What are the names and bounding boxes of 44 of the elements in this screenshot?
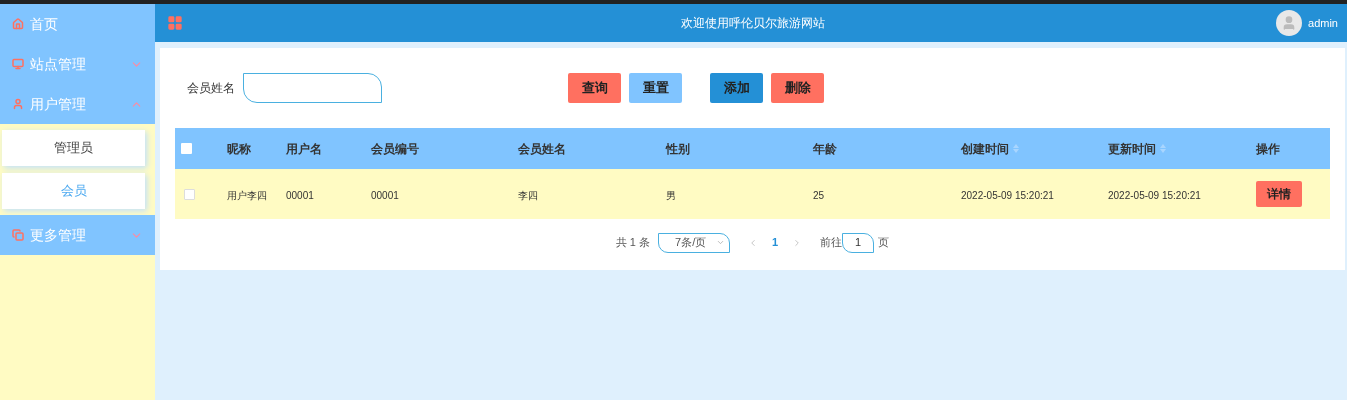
search-field[interactable] [243, 73, 382, 103]
table-cell: 2022-05-09 15:20:21 [1108, 190, 1201, 201]
table-cell: 用户李四 [227, 190, 267, 201]
column-header[interactable]: 会员编号 [371, 139, 419, 158]
goto-label: 前往 [820, 235, 843, 251]
column-header[interactable]: 会员姓名 [518, 139, 566, 158]
table-cell: 2022-05-09 15:20:21 [961, 190, 1054, 201]
column-header[interactable]: 性别 [666, 139, 690, 158]
column-header[interactable]: 用户名 [286, 139, 322, 158]
table-cell: 男 [666, 190, 676, 201]
table-cell: 00001 [371, 190, 399, 201]
column-header[interactable]: 创建时间 [961, 139, 1009, 158]
page-size-select[interactable]: 7条/页 [658, 232, 731, 253]
home-icon [12, 18, 24, 30]
total-count: 共 1 条 [615, 235, 651, 251]
action-button[interactable]: 重置 [629, 73, 682, 103]
sort-icon[interactable] [1160, 144, 1166, 153]
table-cell: 25 [813, 190, 825, 201]
select-all-checkbox[interactable] [181, 143, 192, 154]
goto-suffix: 页 [878, 235, 890, 251]
column-header[interactable]: 操作 [1256, 139, 1280, 158]
submenu-item[interactable]: 管理员 [2, 130, 145, 166]
column-header[interactable]: 更新时间 [1108, 139, 1156, 158]
action-button[interactable]: 添加 [710, 73, 763, 103]
user-icon [12, 98, 24, 110]
table-cell: 00001 [286, 190, 314, 201]
site-title: 欢迎使用呼伦贝尔旅游网站 [680, 15, 825, 32]
action-button[interactable]: 查询 [568, 73, 621, 103]
grid-icon [167, 15, 183, 31]
column-header[interactable]: 昵称 [227, 139, 251, 158]
row-checkbox[interactable] [184, 188, 195, 200]
avatar-icon[interactable] [1276, 10, 1303, 36]
username: admin [1308, 15, 1338, 31]
field-label: 会员姓名 [187, 80, 235, 97]
chevron-down-icon[interactable] [716, 238, 726, 247]
action-button[interactable]: 删除 [771, 73, 824, 103]
table-cell: 李四 [518, 190, 538, 201]
sort-icon[interactable] [1013, 144, 1019, 153]
column-header[interactable]: 年龄 [813, 139, 837, 158]
monitor-icon [12, 58, 24, 70]
copy-icon [12, 229, 24, 241]
page-input[interactable]: 1 [842, 232, 875, 253]
details-button[interactable]: 详情 [1256, 181, 1302, 207]
page-number[interactable]: 1 [766, 234, 785, 251]
